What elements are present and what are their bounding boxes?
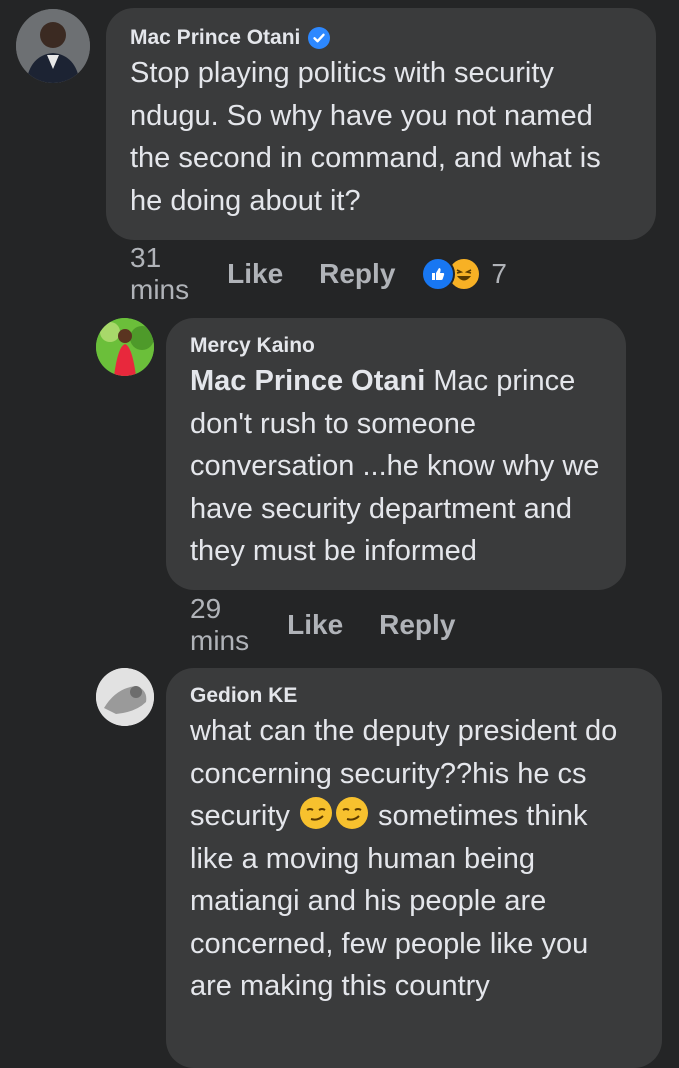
author-name[interactable]: Gedion KE (190, 684, 297, 708)
comment-bubble: Gedion KE what can the deputy president … (166, 668, 662, 1068)
avatar-gedion-ke[interactable] (96, 668, 154, 726)
comment-text: what can the deputy president do concern… (190, 710, 638, 1008)
person-photo (16, 9, 90, 83)
reactions-summary[interactable]: 7 (421, 257, 507, 291)
verified-badge-icon (308, 27, 331, 49)
comment-text: Mac Prince Otani Mac prince don't rush t… (190, 360, 602, 573)
comment-bubble: Mercy Kaino Mac Prince Otani Mac prince … (166, 318, 626, 590)
avatar-mac-prince-otani[interactable] (16, 9, 90, 83)
like-button[interactable]: Like (287, 609, 343, 641)
reply-button[interactable]: Reply (319, 258, 395, 290)
comment-time[interactable]: 31 mins (130, 242, 189, 306)
comment-actions: 31 mins Like Reply 7 (130, 242, 507, 305)
smirk-emoji-icon (299, 797, 332, 829)
reply-button[interactable]: Reply (379, 609, 455, 641)
author-name[interactable]: Mac Prince Otani (130, 26, 300, 50)
comment-author[interactable]: Gedion KE (190, 684, 638, 708)
comment-author[interactable]: Mac Prince Otani (130, 26, 632, 50)
person-photo (96, 318, 154, 376)
like-icon (421, 257, 456, 291)
comment-author[interactable]: Mercy Kaino (190, 334, 602, 358)
reaction-count: 7 (491, 258, 507, 289)
comment-text: Stop playing politics with security ndug… (130, 57, 601, 217)
comment-time[interactable]: 29 mins (190, 593, 249, 657)
avatar-mercy-kaino[interactable] (96, 318, 154, 376)
comment-actions: 29 mins Like Reply (190, 593, 491, 656)
smirk-emoji-icon (335, 797, 368, 829)
mention-link[interactable]: Mac Prince Otani (190, 365, 425, 397)
comment-bubble: Mac Prince Otani Stop playing politics w… (106, 8, 656, 240)
person-photo (96, 668, 154, 726)
author-name[interactable]: Mercy Kaino (190, 334, 315, 358)
like-button[interactable]: Like (227, 258, 283, 290)
